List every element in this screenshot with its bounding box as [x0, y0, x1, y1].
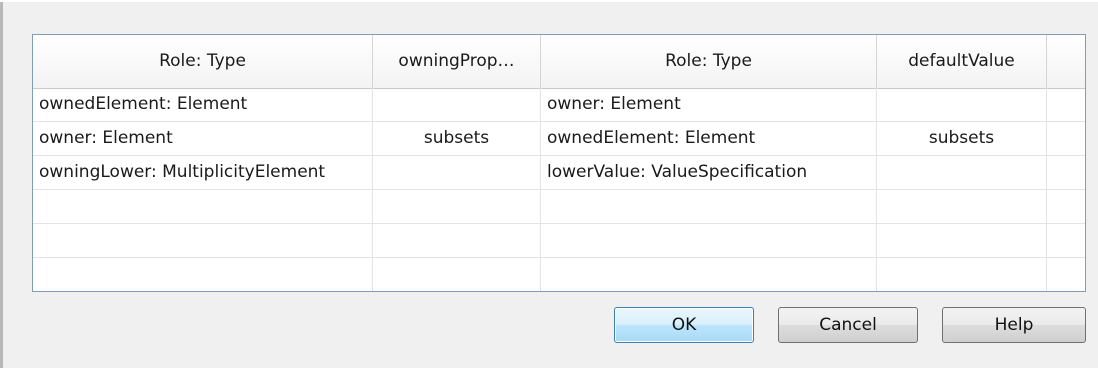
table-cell[interactable]: ownedElement: Element — [33, 88, 373, 121]
table-row[interactable]: owningLower: MultiplicityElement lowerVa… — [33, 156, 1085, 190]
property-table[interactable]: Role: Type owningProp… Role: Type defaul… — [32, 34, 1086, 292]
table-cell[interactable]: ownedElement: Element — [541, 122, 877, 155]
table-cell[interactable] — [33, 190, 373, 223]
table-cell[interactable] — [33, 258, 373, 291]
dialog: Role: Type owningProp… Role: Type defaul… — [0, 0, 1098, 368]
table-cell[interactable] — [33, 224, 373, 257]
column-header-role-type-2[interactable]: Role: Type — [541, 35, 877, 88]
column-header-owning-property[interactable]: owningProp… — [373, 35, 541, 88]
table-row[interactable]: ownedElement: Element owner: Element — [33, 88, 1085, 122]
column-header-default-value[interactable]: defaultValue — [877, 35, 1047, 88]
table-row[interactable] — [33, 190, 1085, 224]
table-cell[interactable] — [373, 224, 541, 257]
table-cell[interactable] — [877, 258, 1047, 291]
table-cell[interactable] — [541, 190, 877, 223]
table-row[interactable] — [33, 224, 1085, 258]
table-cell[interactable] — [541, 224, 877, 257]
ok-button[interactable]: OK — [614, 307, 754, 343]
table-cell[interactable]: lowerValue: ValueSpecification — [541, 156, 877, 189]
table-header: Role: Type owningProp… Role: Type defaul… — [33, 35, 1085, 89]
help-button[interactable]: Help — [942, 307, 1086, 343]
dialog-top-edge — [0, 0, 1098, 2]
table-cell[interactable]: subsets — [877, 122, 1047, 155]
table-cell[interactable] — [877, 88, 1047, 121]
table-cell[interactable]: owner: Element — [541, 88, 877, 121]
table-cell[interactable] — [373, 258, 541, 291]
table-cell[interactable] — [373, 88, 541, 121]
dialog-left-edge — [0, 0, 3, 368]
column-header-filler — [1047, 35, 1085, 88]
table-cell[interactable] — [541, 258, 877, 291]
table-cell[interactable] — [373, 190, 541, 223]
table-row[interactable] — [33, 258, 1085, 292]
table-cell[interactable] — [373, 156, 541, 189]
table-cell[interactable]: owningLower: MultiplicityElement — [33, 156, 373, 189]
table-cell[interactable]: subsets — [373, 122, 541, 155]
table-cell[interactable]: owner: Element — [33, 122, 373, 155]
table-cell[interactable] — [877, 156, 1047, 189]
cancel-button[interactable]: Cancel — [778, 307, 918, 343]
table-cell[interactable] — [877, 190, 1047, 223]
column-header-role-type-1[interactable]: Role: Type — [33, 35, 373, 88]
table-row[interactable]: owner: Element subsets ownedElement: Ele… — [33, 122, 1085, 156]
table-cell[interactable] — [877, 224, 1047, 257]
